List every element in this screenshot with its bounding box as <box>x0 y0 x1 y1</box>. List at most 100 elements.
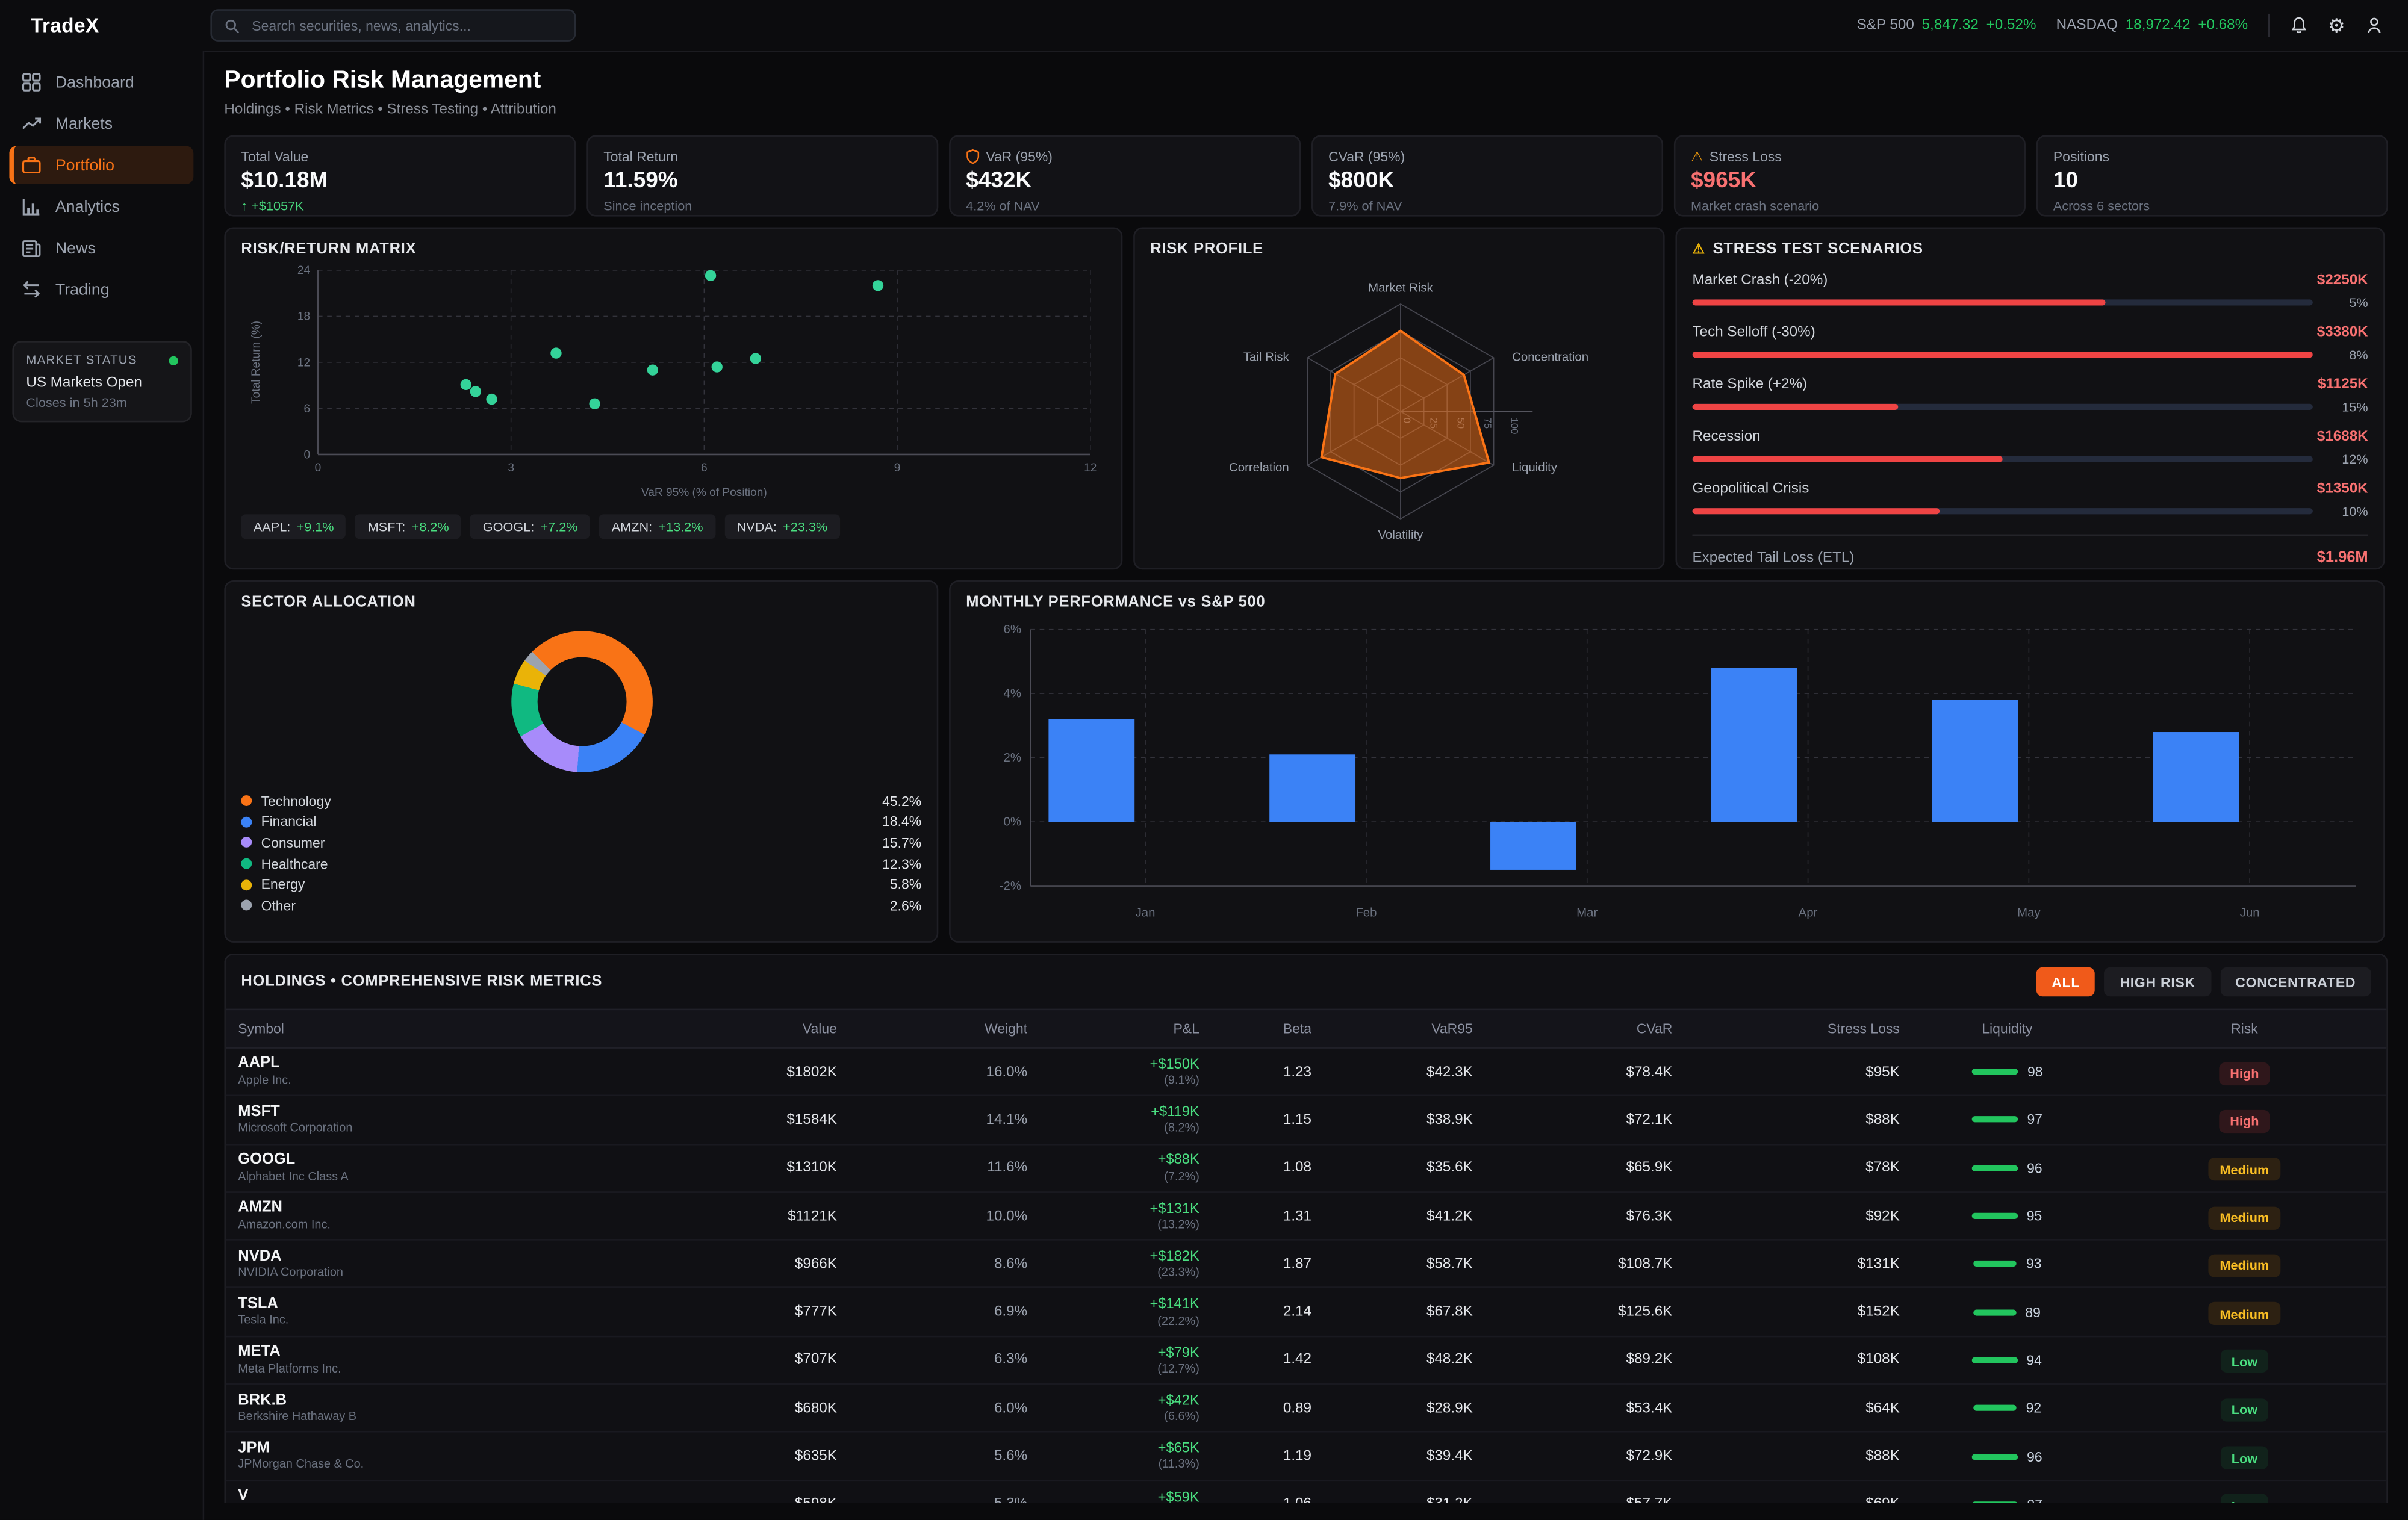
charts-row-1: RISK/RETURN MATRIX 06121824036912VaR 95%… <box>224 227 2388 569</box>
holding-risk-cell: Medium <box>2115 1250 2374 1278</box>
svg-text:9: 9 <box>894 462 901 474</box>
holding-cvar: $72.1K <box>1473 1111 1673 1128</box>
svg-text:75: 75 <box>1482 418 1493 429</box>
stat-card-label-text: Total Value <box>241 149 308 164</box>
dashboard-icon <box>22 72 42 92</box>
holding-row-jpm[interactable]: JPMJPMorgan Chase & Co.$635K5.6%+$65K(11… <box>226 1432 2386 1480</box>
holding-liquidity-cell: 98 <box>1900 1064 2115 1080</box>
holding-row-googl[interactable]: GOOGLAlphabet Inc Class A$1310K11.6%+$88… <box>226 1143 2386 1191</box>
holding-row-meta[interactable]: METAMeta Platforms Inc.$707K6.3%+$79K(12… <box>226 1335 2386 1383</box>
stress-scenario-header: Recession$1688K <box>1693 429 2368 445</box>
holding-symbol-cell: METAMeta Platforms Inc. <box>238 1344 622 1377</box>
svg-text:-2%: -2% <box>1000 879 1021 893</box>
stock-return-badge: AAPL:+9.1% <box>241 514 346 539</box>
svg-text:May: May <box>2017 907 2041 920</box>
holding-value: $707K <box>622 1351 837 1368</box>
filter-all[interactable]: ALL <box>2036 967 2095 996</box>
holding-pnl-percent: (13.2%) <box>1027 1217 1199 1232</box>
warn-icon: ⚠ <box>1691 150 1703 164</box>
sector-percent: 2.6% <box>890 898 921 913</box>
stat-card-value: $800K <box>1328 169 1646 194</box>
stress-bar-fill <box>1693 403 1899 410</box>
holding-row-brk.b[interactable]: BRK.BBerkshire Hathaway B$680K6.0%+$42K(… <box>226 1383 2386 1432</box>
badge-change: +13.2% <box>658 519 703 535</box>
holding-symbol: TSLA <box>238 1295 622 1313</box>
holding-beta: 1.87 <box>1199 1256 1311 1273</box>
risk-badge: Medium <box>2209 1158 2280 1181</box>
holding-liquidity-cell: 92 <box>1900 1401 2115 1416</box>
risk-profile-panel: RISK PROFILE 0255075100Market RiskConcen… <box>1133 227 1664 569</box>
stat-card-sub: Since inception <box>603 198 921 214</box>
sector-color-dot <box>241 837 252 848</box>
holding-row-amzn[interactable]: AMZNAmazon.com Inc.$1121K10.0%+$131K(13.… <box>226 1191 2386 1239</box>
filter-high-risk[interactable]: HIGH RISK <box>2105 967 2210 996</box>
gear-icon[interactable]: ⚙ <box>2328 14 2345 37</box>
svg-text:Market Risk: Market Risk <box>1368 282 1433 295</box>
holding-symbol-cell: MSFTMicrosoft Corporation <box>238 1103 622 1137</box>
sector-name: Financial <box>261 814 317 830</box>
stress-scenario-header: Rate Spike (+2%)$1125K <box>1693 376 2368 393</box>
ticker-sp500: S&P 500 5,847.32 +0.52% <box>1857 17 2036 34</box>
holding-row-tsla[interactable]: TSLATesla Inc.$777K6.9%+$141K(22.2%)2.14… <box>226 1287 2386 1335</box>
holding-row-nvda[interactable]: NVDANVIDIA Corporation$966K8.6%+$182K(23… <box>226 1239 2386 1288</box>
sidebar-item-portfolio[interactable]: Portfolio <box>9 146 193 184</box>
liquidity-bar <box>1972 1165 2018 1171</box>
market-closes-text: Closes in 5h 23m <box>26 394 178 410</box>
badge-symbol: AMZN: <box>612 519 652 535</box>
col-header-risk: Risk <box>2115 1021 2374 1037</box>
holding-row-v[interactable]: VVisa Inc.$598K5.3%+$59K(11.0%)1.06$31.2… <box>226 1480 2386 1503</box>
holding-pnl: +$150K <box>1027 1056 1199 1073</box>
liquidity-bar <box>1971 1069 2018 1075</box>
sidebar-nav: DashboardMarketsPortfolioAnalyticsNewsTr… <box>0 63 203 309</box>
sidebar-item-news[interactable]: News <box>9 229 193 267</box>
holding-pnl-cell: +$131K(13.2%) <box>1027 1200 1199 1232</box>
stat-card-label: Total Value <box>241 149 559 164</box>
holding-pnl-percent: (9.1%) <box>1027 1073 1199 1088</box>
topbar-divider <box>2268 14 2270 37</box>
badge-change: +8.2% <box>412 519 449 535</box>
holding-company: Alphabet Inc Class A <box>238 1171 622 1185</box>
stock-return-badge: GOOGL:+7.2% <box>470 514 590 539</box>
holding-pnl-percent: (6.6%) <box>1027 1410 1199 1424</box>
monthly-performance-title: MONTHLY PERFORMANCE vs S&P 500 <box>966 594 2368 611</box>
sidebar-item-markets[interactable]: Markets <box>9 104 193 143</box>
search-input[interactable] <box>249 16 562 35</box>
holding-cvar: $53.4K <box>1473 1400 1673 1416</box>
holding-risk-cell: Low <box>2115 1442 2374 1470</box>
holding-row-msft[interactable]: MSFTMicrosoft Corporation$1584K14.1%+$11… <box>226 1095 2386 1143</box>
bell-icon[interactable] <box>2289 16 2308 36</box>
sidebar-item-analytics[interactable]: Analytics <box>9 187 193 226</box>
risk-badge: Medium <box>2209 1254 2280 1277</box>
svg-text:Mar: Mar <box>1576 907 1598 920</box>
stress-scenario-1: Market Crash (-20%)$2250K5% <box>1693 271 2368 310</box>
sidebar-item-trading[interactable]: Trading <box>9 270 193 309</box>
holding-value: $777K <box>622 1304 837 1321</box>
user-icon[interactable] <box>2365 16 2384 36</box>
liquidity-score: 89 <box>2025 1304 2041 1320</box>
holding-pnl: +$42K <box>1027 1392 1199 1409</box>
svg-text:100: 100 <box>1509 418 1520 435</box>
holding-pnl-percent: (12.7%) <box>1027 1362 1199 1376</box>
badge-change: +9.1% <box>297 519 334 535</box>
monthly-performance-panel: MONTHLY PERFORMANCE vs S&P 500 -2%0%2%4%… <box>949 580 2385 943</box>
sector-percent: 18.4% <box>882 814 921 830</box>
sector-percent: 12.3% <box>882 856 921 872</box>
holding-company: Microsoft Corporation <box>238 1123 622 1137</box>
holding-pnl: +$65K <box>1027 1441 1199 1457</box>
topbar: TradeX S&P 500 5,847.32 +0.52% NASDAQ 18… <box>0 0 2408 52</box>
holding-pnl: +$59K <box>1027 1489 1199 1503</box>
search-box[interactable] <box>210 9 576 42</box>
holding-risk-cell: Medium <box>2115 1298 2374 1326</box>
risk-badge: Low <box>2221 1494 2268 1503</box>
holding-cvar: $125.6K <box>1473 1304 1673 1321</box>
stress-bar-track <box>1693 351 2313 358</box>
filter-concentrated[interactable]: CONCENTRATED <box>2220 967 2371 996</box>
liquidity-score: 95 <box>2027 1208 2042 1224</box>
badge-change: +7.2% <box>540 519 577 535</box>
sidebar-item-dashboard[interactable]: Dashboard <box>9 63 193 102</box>
liquidity-score: 92 <box>2026 1401 2042 1416</box>
holding-row-aapl[interactable]: AAPLApple Inc.$1802K16.0%+$150K(9.1%)1.2… <box>226 1049 2386 1095</box>
holding-value: $966K <box>622 1256 837 1273</box>
sector-color-dot <box>241 796 252 807</box>
sector-percent: 5.8% <box>890 877 921 893</box>
